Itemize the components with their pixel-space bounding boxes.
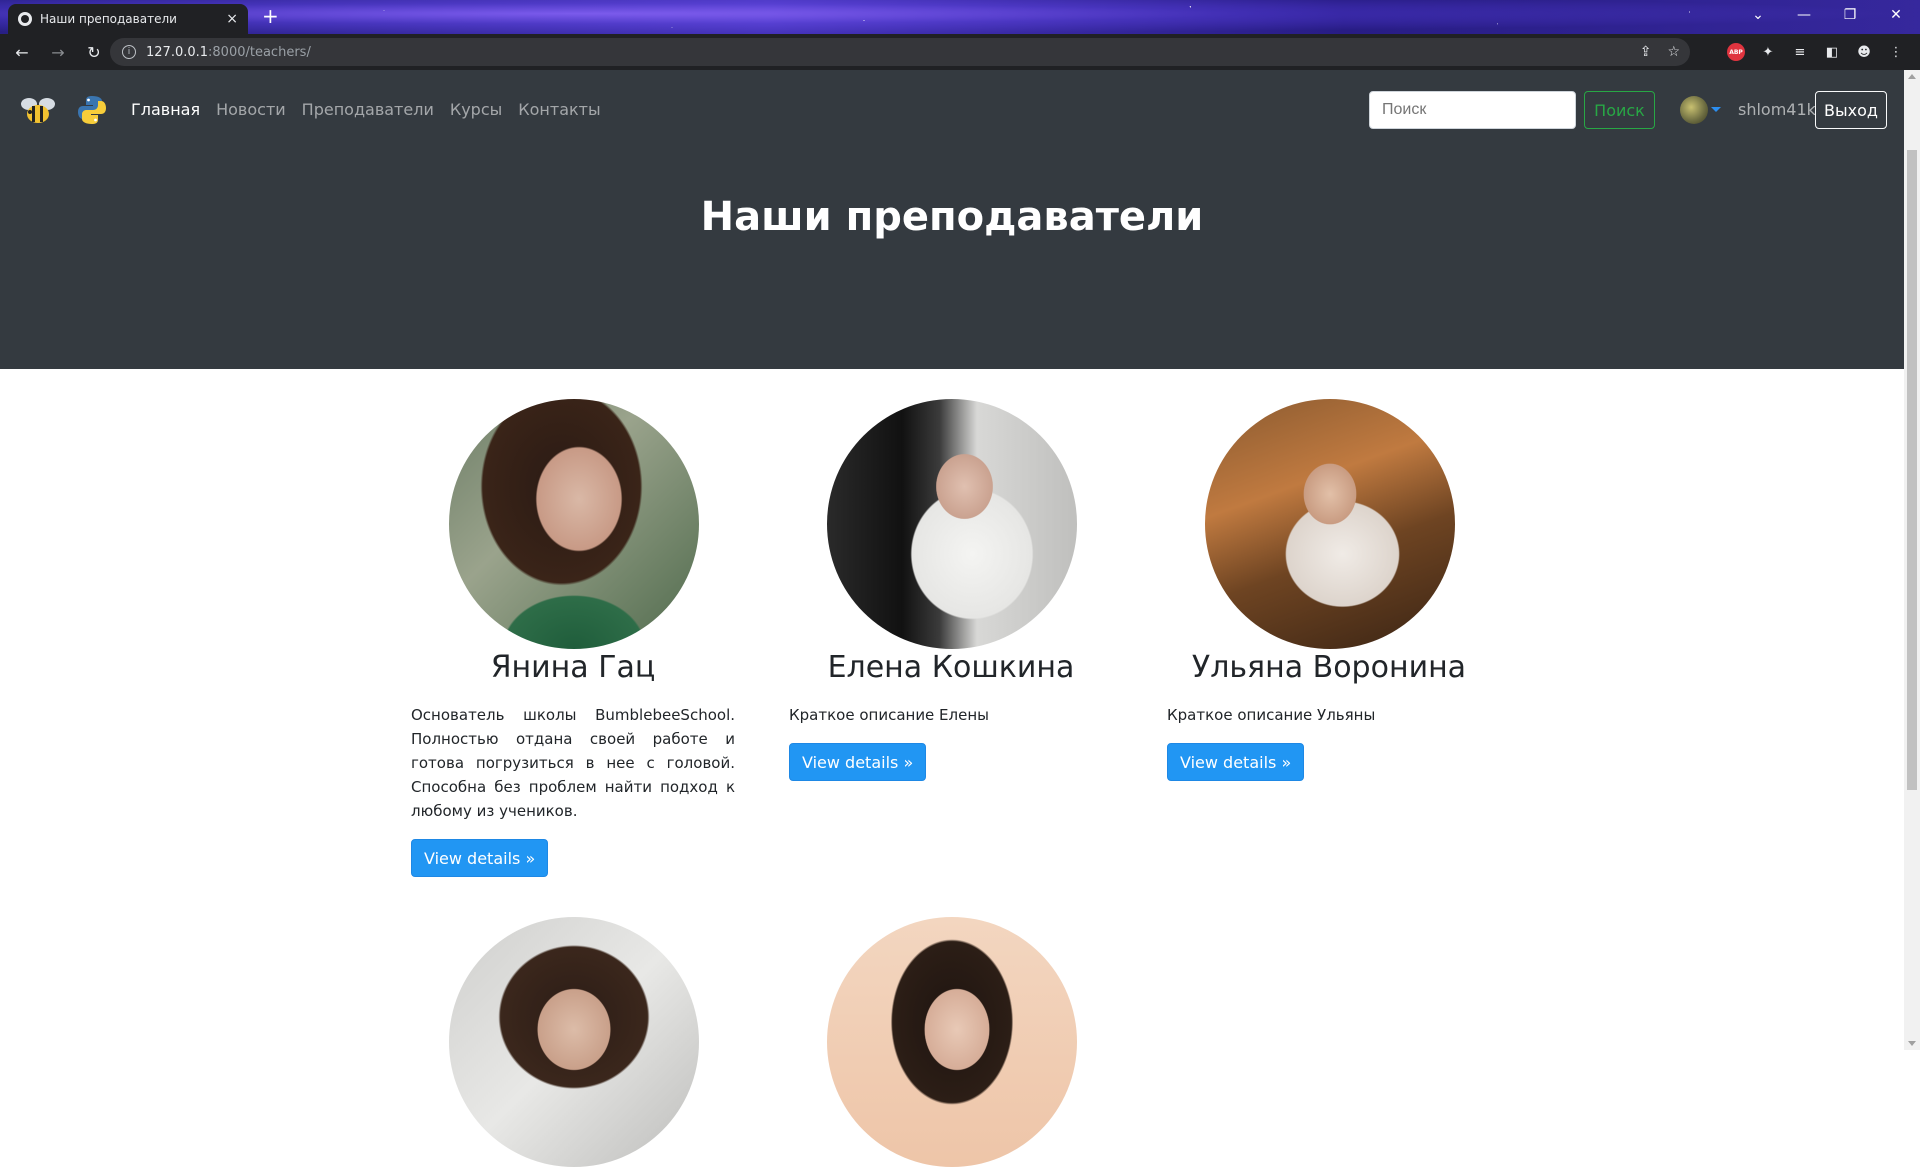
extensions-puzzle-icon[interactable]: ✦ [1758, 42, 1778, 62]
teacher-name: Янина Гац [490, 650, 656, 685]
side-panel-icon[interactable]: ◧ [1822, 42, 1842, 62]
adblock-extension[interactable]: ABP [1726, 42, 1746, 62]
url-text: 127.0.0.1:8000/teachers/ [146, 45, 311, 60]
url-host: 127.0.0.1 [146, 44, 209, 60]
teacher-name: Ульяна Воронина [1191, 650, 1467, 685]
view-details-button[interactable]: View details » [411, 839, 549, 877]
reload-icon[interactable]: ↻ [76, 34, 112, 70]
browser-tabstrip: Наши преподаватели × + ⌄ — ❐ ✕ [0, 0, 1920, 34]
view-details-button[interactable]: View details » [1167, 743, 1305, 781]
teacher-name: Елена Кошкина [827, 650, 1075, 685]
tab-search-icon[interactable]: ⌄ [1735, 0, 1781, 30]
adblock-icon: ABP [1727, 43, 1745, 61]
browser-menu-icon[interactable]: ⋮ [1886, 42, 1906, 62]
forward-icon[interactable]: → [40, 34, 76, 70]
page-scrollbar[interactable] [1904, 70, 1920, 1050]
site-info-icon[interactable]: i [122, 45, 136, 59]
user-avatar[interactable] [1680, 96, 1708, 124]
hero-banner: Наши преподаватели [0, 150, 1904, 369]
media-queue-icon[interactable]: ≡ [1790, 42, 1810, 62]
teacher-photo [449, 399, 699, 649]
python-logo-icon[interactable] [76, 94, 108, 126]
nav-link-teachers[interactable]: Преподаватели [302, 100, 434, 119]
bee-logo-icon[interactable] [20, 96, 56, 126]
teacher-description: Краткое описание Елены [789, 706, 990, 724]
restore-window-icon[interactable]: ❐ [1827, 0, 1873, 30]
username-label: shlom41k [1738, 100, 1816, 119]
teacher-description: Основатель школы BumblebeeSchool. Полнос… [411, 706, 735, 820]
minimize-window-icon[interactable]: — [1781, 0, 1827, 30]
space-background [0, 0, 1920, 34]
nav-link-home[interactable]: Главная [131, 100, 200, 119]
site-navbar: Главная Новости Преподаватели Курсы Конт… [0, 70, 1904, 150]
search-button[interactable]: Поиск [1584, 91, 1655, 129]
scroll-up-icon[interactable] [1908, 74, 1916, 79]
browser-tab-active[interactable]: Наши преподаватели × [8, 4, 248, 34]
new-tab-button[interactable]: + [262, 6, 279, 26]
main-nav: Главная Новости Преподаватели Курсы Конт… [131, 100, 601, 119]
teacher-photo-4 [449, 917, 699, 1167]
profile-avatar-icon[interactable]: ☻ [1854, 42, 1874, 62]
teacher-photo-5 [827, 917, 1077, 1167]
nav-link-news[interactable]: Новости [216, 100, 286, 119]
close-tab-icon[interactable]: × [226, 11, 238, 27]
close-window-icon[interactable]: ✕ [1873, 0, 1919, 30]
browser-toolbar: ← → ↻ i 127.0.0.1:8000/teachers/ ⇪ ☆ [0, 34, 1920, 70]
tab-title: Наши преподаватели [40, 12, 177, 26]
bookmark-star-icon[interactable]: ☆ [1667, 44, 1680, 60]
nav-link-contacts[interactable]: Контакты [518, 100, 600, 119]
logout-button[interactable]: Выход [1815, 91, 1887, 129]
teacher-photo [1205, 399, 1455, 649]
nav-link-courses[interactable]: Курсы [450, 100, 502, 119]
scrollbar-thumb[interactable] [1907, 150, 1917, 790]
scroll-down-icon[interactable] [1908, 1041, 1916, 1046]
dropdown-caret-icon[interactable] [1711, 107, 1721, 112]
share-icon[interactable]: ⇪ [1640, 44, 1652, 60]
teacher-description: Краткое описание Ульяны [1167, 706, 1376, 724]
back-icon[interactable]: ← [4, 34, 40, 70]
page-title: Наши преподаватели [700, 194, 1204, 240]
globe-icon [18, 12, 32, 26]
address-bar[interactable]: i 127.0.0.1:8000/teachers/ ⇪ ☆ [110, 38, 1690, 66]
view-details-button[interactable]: View details » [789, 743, 927, 781]
teacher-photo [827, 399, 1077, 649]
search-input[interactable] [1369, 91, 1576, 129]
url-path: :8000/teachers/ [208, 44, 311, 60]
